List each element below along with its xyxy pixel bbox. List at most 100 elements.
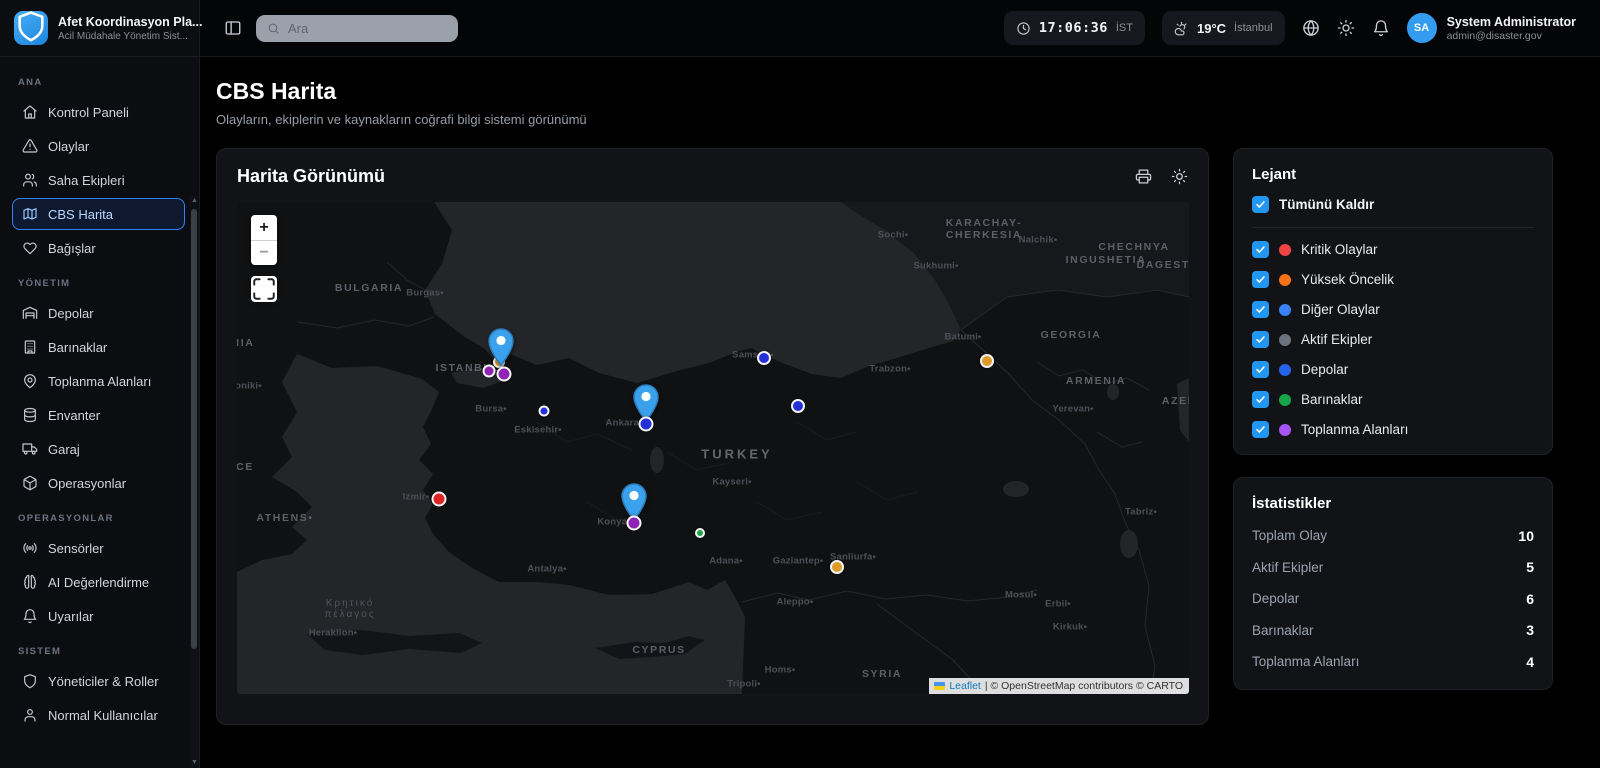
sidebar: Afet Koordinasyon Pla... Acil Müdahale Y… — [0, 0, 200, 768]
sidebar-item-label: Toplanma Alanları — [48, 374, 151, 389]
sidebar-item-olaylar[interactable]: Olaylar — [12, 130, 185, 162]
legend-item[interactable]: Kritik Olaylar — [1252, 241, 1534, 258]
checkbox-checked[interactable] — [1252, 361, 1269, 378]
stat-label: Depolar — [1252, 591, 1299, 606]
brand-subtitle: Acil Müdahale Yönetim Sist... — [58, 31, 202, 42]
sidebar-item-yoneticiler-roller[interactable]: Yöneticiler & Roller — [12, 665, 185, 697]
assembly-area-marker[interactable] — [483, 365, 496, 378]
checkbox-checked[interactable] — [1252, 196, 1269, 213]
warehouse-marker[interactable] — [539, 406, 550, 417]
sidebar-item-garaj[interactable]: Garaj — [12, 433, 185, 465]
legend-item[interactable]: Barınaklar — [1252, 391, 1534, 408]
checkbox-checked[interactable] — [1252, 421, 1269, 438]
main-content: CBS Harita Olayların, ekiplerin ve kayna… — [200, 57, 1600, 768]
checkbox-checked[interactable] — [1252, 271, 1269, 288]
map-zoom-control: + − — [251, 215, 277, 265]
gis-map[interactable]: BULGARIABurgas•ISTANBULloniki•NIACEATHEN… — [237, 202, 1189, 694]
high-priority-marker[interactable] — [830, 560, 844, 574]
language-globe-icon[interactable] — [1302, 19, 1320, 37]
sidebar-item-label: Normal Kullanıcılar — [48, 708, 158, 723]
sidebar-item-label: AI Değerlendirme — [48, 575, 149, 590]
sidebar-item-operasyonlar[interactable]: Operasyonlar — [12, 467, 185, 499]
sidebar-item-depolar[interactable]: Depolar — [12, 297, 185, 329]
checkbox-checked[interactable] — [1252, 301, 1269, 318]
sidebar-section: YÖNETIM Depolar Barınaklar Toplanma Alan… — [12, 278, 185, 499]
scroll-down-arrow-icon[interactable]: ▼ — [190, 758, 199, 768]
sidebar-item-label: Olaylar — [48, 139, 89, 154]
weather-city: İstanbul — [1234, 22, 1273, 34]
stat-row: Aktif Ekipler 5 — [1252, 559, 1534, 575]
warehouse-marker[interactable] — [791, 399, 805, 413]
legend-item[interactable]: Yüksek Öncelik — [1252, 271, 1534, 288]
map-attribution: Leaflet | © OpenStreetMap contributors ©… — [929, 678, 1189, 694]
sidebar-item-saha-ekipleri[interactable]: Saha Ekipleri — [12, 164, 185, 196]
fullscreen-button[interactable] — [251, 276, 277, 302]
avatar[interactable]: SA — [1407, 13, 1437, 43]
sidebar-item-sensorler[interactable]: Sensörler — [12, 532, 185, 564]
legend-item-label: Barınaklar — [1301, 392, 1363, 407]
search-input[interactable] — [288, 21, 438, 36]
sidebar-scrollbar-thumb[interactable] — [191, 209, 197, 649]
map-theme-icon[interactable] — [1171, 168, 1188, 185]
shelter-marker[interactable] — [695, 528, 705, 538]
sidebar-item-kontrol-paneli[interactable]: Kontrol Paneli — [12, 96, 185, 128]
sidebar-item-label: CBS Harita — [48, 207, 113, 222]
notifications-bell-icon[interactable] — [1372, 19, 1390, 37]
stat-label: Barınaklar — [1252, 623, 1314, 638]
leaflet-link[interactable]: Leaflet — [949, 680, 981, 692]
print-map-icon[interactable] — [1135, 168, 1152, 185]
sidebar-item-barinaklar[interactable]: Barınaklar — [12, 331, 185, 363]
legend-color-dot — [1279, 364, 1291, 376]
clock-widget: 17:06:36 İST — [1004, 11, 1145, 45]
brand-title: Afet Koordinasyon Pla... — [58, 15, 202, 29]
sidebar-item-normal-kullanicilar[interactable]: Normal Kullanıcılar — [12, 699, 185, 731]
sidebar-scrollbar[interactable]: ▲ ▼ — [190, 196, 199, 768]
legend-item[interactable]: Depolar — [1252, 361, 1534, 378]
checkbox-checked[interactable] — [1252, 391, 1269, 408]
map-card-header: Harita Görünümü — [237, 166, 1188, 187]
legend-item[interactable]: Toplanma Alanları — [1252, 421, 1534, 438]
scroll-up-arrow-icon[interactable]: ▲ — [190, 196, 199, 206]
warehouse-marker[interactable] — [757, 351, 771, 365]
page-subtitle: Olayların, ekiplerin ve kaynakların coğr… — [216, 112, 1553, 127]
brand-text: Afet Koordinasyon Pla... Acil Müdahale Y… — [58, 15, 202, 42]
map-icon — [22, 206, 38, 222]
legend-item-label: Aktif Ekipler — [1301, 332, 1372, 347]
legend-item[interactable]: Diğer Olaylar — [1252, 301, 1534, 318]
warehouse-marker[interactable] — [639, 417, 654, 432]
shield-icon — [22, 673, 38, 689]
user-icon — [22, 707, 38, 723]
zoom-out-button[interactable]: − — [251, 240, 277, 265]
assembly-area-marker[interactable] — [497, 367, 512, 382]
alert-triangle-icon — [22, 138, 38, 154]
legend-item[interactable]: Aktif Ekipler — [1252, 331, 1534, 348]
user-menu[interactable]: SA System Administrator admin@disaster.g… — [1407, 13, 1576, 43]
user-info: System Administrator admin@disaster.gov — [1447, 15, 1576, 42]
shield-logo-icon — [14, 9, 48, 48]
legend-item-label: Depolar — [1301, 362, 1348, 377]
sidebar-item-toplanma-alanlari[interactable]: Toplanma Alanları — [12, 365, 185, 397]
theme-toggle-icon[interactable] — [1337, 19, 1355, 37]
legend-panel: Lejant Tümünü Kaldır Kritik Olaylar Yüks… — [1233, 148, 1553, 455]
stat-value: 3 — [1526, 622, 1534, 638]
checkbox-checked[interactable] — [1252, 241, 1269, 258]
sidebar-item-envanter[interactable]: Envanter — [12, 399, 185, 431]
sidebar-collapse-icon[interactable] — [224, 19, 242, 37]
sidebar-item-uyarilar[interactable]: Uyarılar — [12, 600, 185, 632]
sidebar-item-ai-degerlendirme[interactable]: AI Değerlendirme — [12, 566, 185, 598]
right-column: Lejant Tümünü Kaldır Kritik Olaylar Yüks… — [1233, 148, 1553, 725]
sidebar-item-cbs-harita[interactable]: CBS Harita — [12, 198, 185, 230]
package-icon — [22, 475, 38, 491]
search-bar[interactable] — [256, 15, 458, 42]
critical-incident-marker[interactable] — [432, 492, 447, 507]
sidebar-item-bagislar[interactable]: Bağışlar — [12, 232, 185, 264]
assembly-area-marker[interactable] — [627, 516, 642, 531]
leaflet-flag-icon — [934, 682, 945, 690]
sidebar-item-label: Depolar — [48, 306, 94, 321]
map-card-title: Harita Görünümü — [237, 166, 385, 187]
high-priority-marker[interactable] — [980, 354, 994, 368]
legend-toggle-all[interactable]: Tümünü Kaldır — [1252, 196, 1534, 213]
zoom-in-button[interactable]: + — [251, 215, 277, 240]
legend-color-dot — [1279, 244, 1291, 256]
checkbox-checked[interactable] — [1252, 331, 1269, 348]
